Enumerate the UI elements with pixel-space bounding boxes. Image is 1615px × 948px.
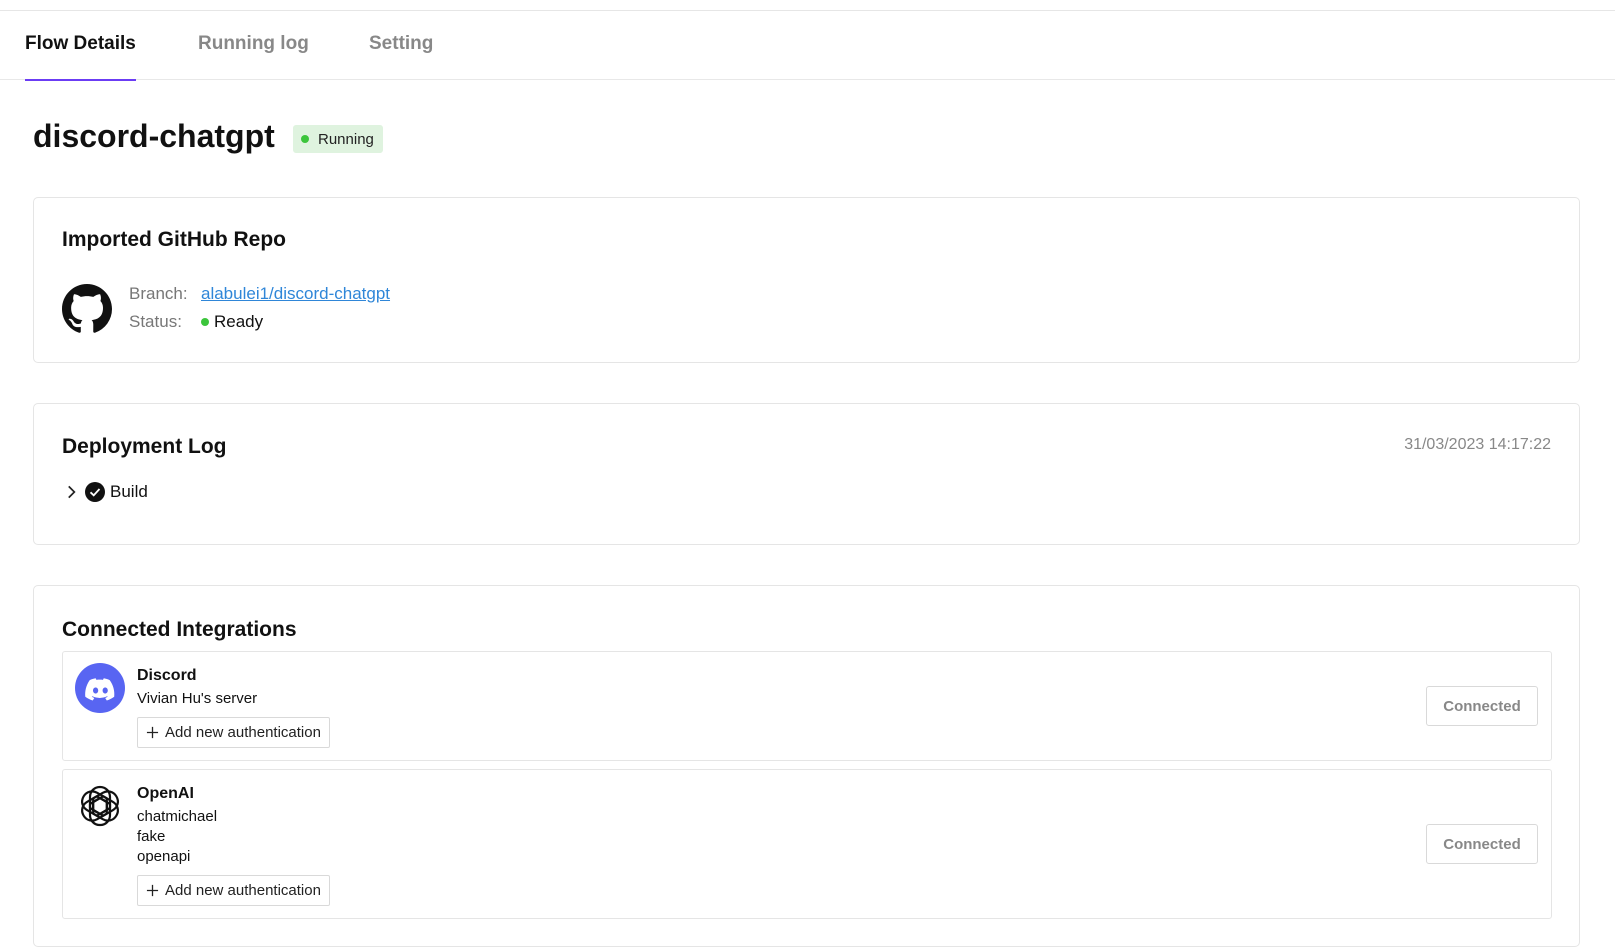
connected-button[interactable]: Connected	[1426, 686, 1538, 726]
chevron-right-icon[interactable]	[62, 483, 80, 501]
github-repo-card: Imported GitHub Repo Branch: alabulei1/d…	[33, 197, 1580, 363]
page-title: discord-chatgpt	[33, 118, 275, 154]
integration-account: openapi	[137, 848, 191, 865]
status-badge-label: Running	[318, 130, 374, 148]
add-authentication-button[interactable]: Add new authentication	[137, 717, 330, 748]
repo-status-text: Ready	[214, 312, 264, 331]
status-badge: Running	[293, 125, 383, 153]
tab-running-log[interactable]: Running log	[198, 11, 309, 80]
repo-status-value: Ready	[201, 312, 263, 332]
deployment-timestamp: 31/03/2023 14:17:22	[1404, 436, 1551, 453]
integration-name: Discord	[137, 667, 197, 684]
integration-account: Vivian Hu's server	[137, 690, 258, 707]
build-step-row[interactable]: Build	[62, 480, 148, 504]
deployment-card-title: Deployment Log	[62, 435, 227, 458]
status-dot-icon	[301, 135, 309, 143]
integration-openai: OpenAI chatmichael fake openapi Add new …	[62, 769, 1552, 919]
add-authentication-label: Add new authentication	[165, 724, 321, 741]
openai-icon	[81, 785, 119, 827]
integrations-card-title: Connected Integrations	[62, 618, 297, 641]
integration-account: fake	[137, 828, 166, 845]
tab-setting[interactable]: Setting	[369, 11, 433, 80]
ready-dot-icon	[201, 318, 209, 326]
plus-icon	[146, 726, 159, 739]
connected-button[interactable]: Connected	[1426, 824, 1538, 864]
add-authentication-label: Add new authentication	[165, 882, 321, 899]
repo-status-label: Status:	[129, 312, 182, 331]
tab-flow-details[interactable]: Flow Details	[25, 11, 136, 81]
add-authentication-button[interactable]: Add new authentication	[137, 875, 330, 906]
integration-discord: Discord Vivian Hu's server Add new authe…	[62, 651, 1552, 761]
github-card-title: Imported GitHub Repo	[62, 228, 286, 251]
branch-link[interactable]: alabulei1/discord-chatgpt	[201, 284, 390, 304]
deployment-log-card: Deployment Log 31/03/2023 14:17:22 Build	[33, 403, 1580, 545]
github-icon	[62, 284, 112, 333]
integration-name: OpenAI	[137, 785, 194, 802]
plus-icon	[146, 884, 159, 897]
tab-bar: Flow Details Running log Setting	[0, 11, 1615, 81]
build-step-label: Build	[110, 482, 148, 501]
check-circle-icon	[85, 482, 105, 502]
integrations-card: Connected Integrations Discord Vivian Hu…	[33, 585, 1580, 947]
integration-account: chatmichael	[137, 808, 218, 825]
discord-icon	[75, 663, 125, 713]
branch-label: Branch:	[129, 284, 188, 303]
